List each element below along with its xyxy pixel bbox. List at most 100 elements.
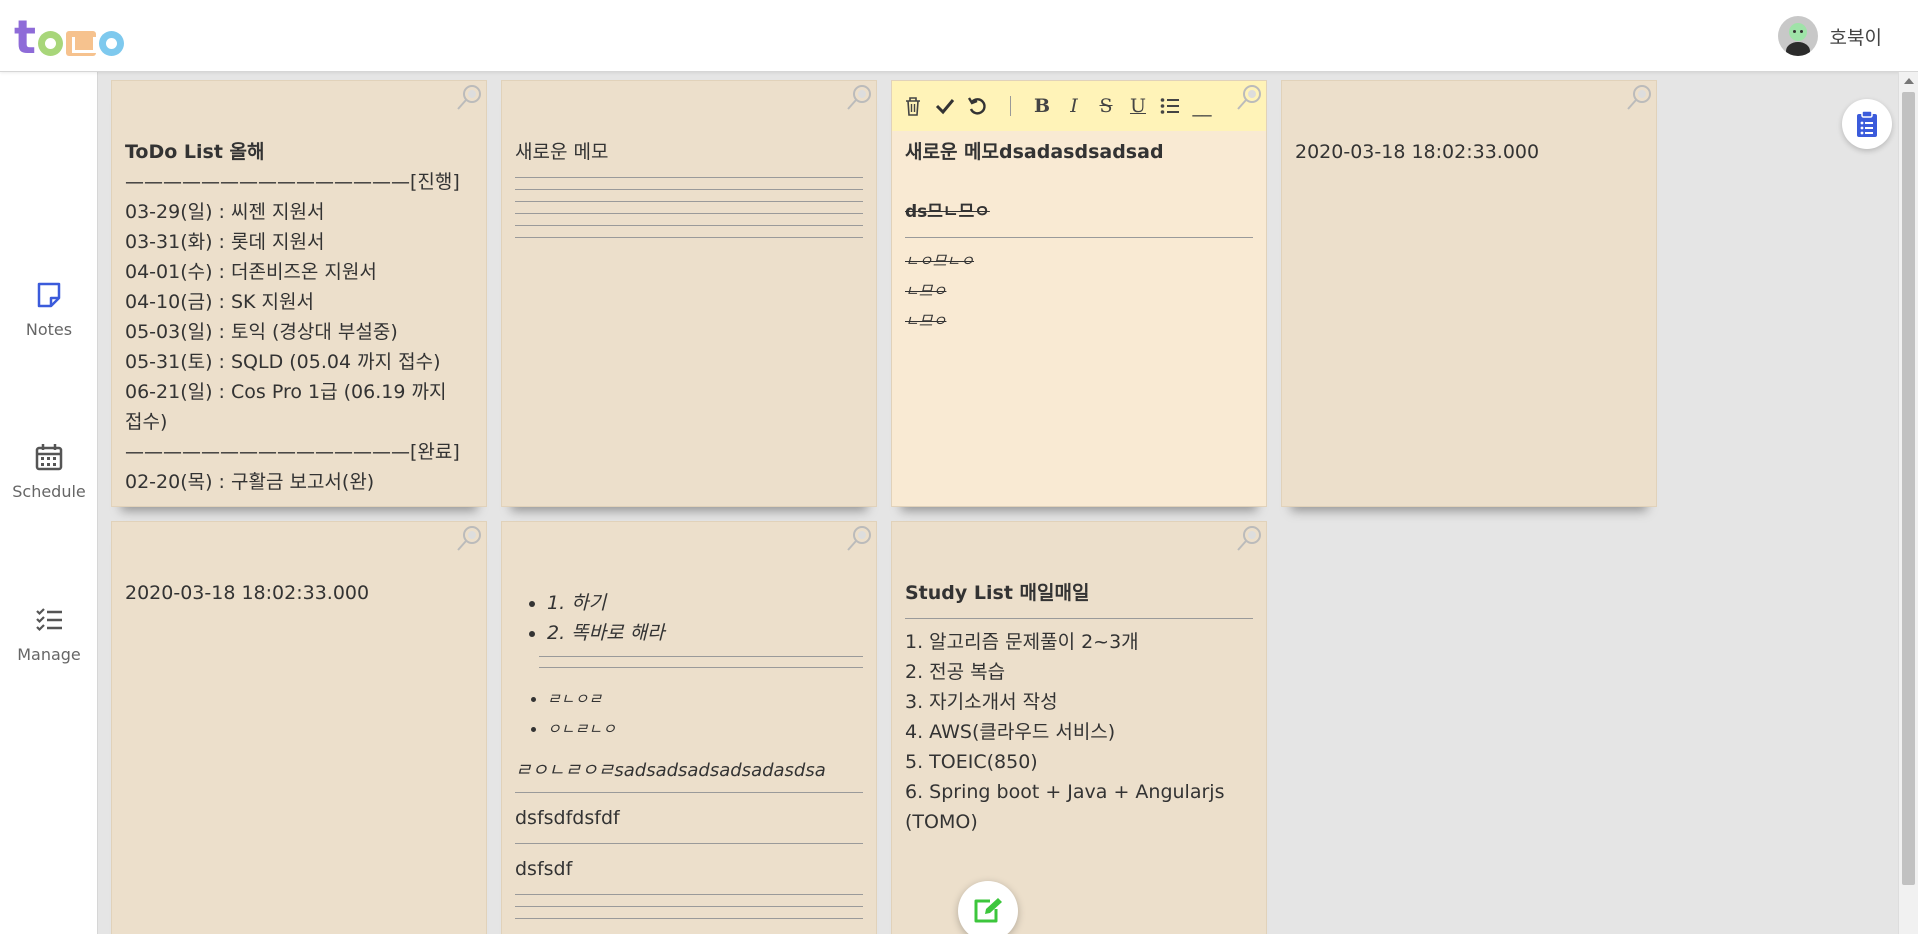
note-line: dsfsdfdsfdf bbox=[515, 807, 620, 829]
note-line[interactable]: ds므ㄴ므ㅇ bbox=[905, 197, 1253, 227]
list-icon bbox=[1160, 98, 1179, 114]
calendar-icon bbox=[35, 444, 63, 471]
sidebar-item-label: Manage bbox=[17, 645, 81, 664]
note-line: ———————————————[진행] bbox=[125, 171, 460, 193]
pin-icon[interactable] bbox=[1234, 524, 1264, 554]
note-line: 접수) bbox=[125, 411, 168, 433]
divider bbox=[515, 237, 863, 238]
app-logo[interactable]: t bbox=[14, 12, 124, 60]
divider bbox=[515, 918, 863, 919]
note-line: 1. 알고리즘 문제풀이 2~3개 bbox=[905, 631, 1139, 653]
note-line: 3. 자기소개서 작성 bbox=[905, 691, 1058, 713]
list-item: ㄹㄴㅇㄹ bbox=[547, 684, 863, 714]
save-button[interactable] bbox=[932, 93, 958, 119]
logo-letter-o bbox=[99, 31, 124, 56]
strikethrough-button[interactable]: S bbox=[1093, 93, 1119, 119]
note-card[interactable]: 1. 하기 2. 똑바로 해라 ㄹㄴㅇㄹ ㅇㄴㄹㄴㅇ ㄹㅇㄴㄹㅇㄹsadsads… bbox=[501, 521, 877, 934]
divider bbox=[515, 213, 863, 214]
bold-button[interactable]: B bbox=[1029, 93, 1055, 119]
note-line: 04-01(수) : 더존비즈온 지원서 bbox=[125, 261, 377, 283]
note-line[interactable]: ㄴ므ㅇ bbox=[905, 306, 1253, 336]
divider bbox=[515, 177, 863, 178]
sidebar-item-notes[interactable]: Notes bbox=[0, 280, 98, 339]
list-item: ㅇㄴㄹㄴㅇ bbox=[547, 714, 863, 744]
logo-letter-o bbox=[38, 31, 63, 56]
notes-board: ToDo List 올해 ———————————————[진행] 03-29(일… bbox=[98, 72, 1898, 934]
bullet-list-button[interactable] bbox=[1157, 93, 1183, 119]
logo-letter-t: t bbox=[14, 10, 36, 64]
logo-letter-m bbox=[66, 31, 96, 56]
note-line: 03-31(화) : 롯데 지원서 bbox=[125, 231, 325, 253]
clipboard-button[interactable] bbox=[1842, 99, 1892, 149]
rule-group bbox=[515, 177, 863, 238]
divider bbox=[539, 656, 863, 657]
clipboard-icon bbox=[1857, 110, 1877, 137]
note-line[interactable]: ㄴㅇ므ㄴㅇ bbox=[905, 246, 1253, 276]
edit-icon bbox=[974, 898, 1002, 923]
note-line: 2020-03-18 18:02:33.000 bbox=[1295, 141, 1540, 163]
note-line: 03-29(일) : 씨젠 지원서 bbox=[125, 201, 325, 223]
format-toolbar: B I S U __ bbox=[892, 81, 1266, 131]
divider bbox=[515, 225, 863, 226]
sticky-note-icon bbox=[37, 282, 61, 308]
underline-button[interactable]: U bbox=[1125, 93, 1151, 119]
toolbar-separator bbox=[1010, 96, 1011, 116]
note-line: 2020-03-18 18:02:33.000 bbox=[125, 582, 370, 604]
note-line: 04-10(금) : SK 지원서 bbox=[125, 291, 314, 313]
list-item: 1. 하기 bbox=[547, 588, 863, 618]
rule-group bbox=[515, 894, 863, 919]
note-line: 06-21(일) : Cos Pro 1급 (06.19 까지 bbox=[125, 381, 447, 403]
top-bar: t 호북이 bbox=[0, 0, 1918, 72]
user-menu[interactable]: 호북이 bbox=[1777, 16, 1882, 56]
rule-group bbox=[539, 656, 863, 668]
divider bbox=[905, 618, 1253, 619]
sidebar-item-schedule[interactable]: Schedule bbox=[0, 442, 98, 501]
new-note-button[interactable] bbox=[958, 881, 1018, 934]
sidebar-item-label: Schedule bbox=[12, 482, 86, 501]
horizontal-rule-button[interactable]: __ bbox=[1189, 93, 1215, 119]
sidebar-item-label: Notes bbox=[25, 320, 73, 339]
pin-icon[interactable] bbox=[454, 524, 484, 554]
note-card[interactable]: Study List 매일매일 1. 알고리즘 문제풀이 2~3개 2. 전공 … bbox=[891, 521, 1267, 934]
note-line: (TOMO) bbox=[905, 811, 978, 833]
pin-icon[interactable] bbox=[1624, 83, 1654, 113]
bullet-list: 1. 하기 2. 똑바로 해라 bbox=[515, 588, 863, 648]
divider bbox=[905, 237, 1253, 238]
trash-icon bbox=[906, 97, 920, 116]
avatar[interactable] bbox=[1777, 16, 1818, 56]
note-title[interactable]: 새로운 메모dsadasdsadsad bbox=[905, 137, 1253, 167]
scrollbar[interactable] bbox=[1898, 72, 1918, 934]
note-line[interactable]: ㄴ므ㅇ bbox=[905, 276, 1253, 306]
divider bbox=[515, 894, 863, 895]
note-line: 05-03(일) : 토익 (경상대 부설중) bbox=[125, 321, 398, 343]
note-line: 4. AWS(클라우드 서비스) bbox=[905, 721, 1116, 743]
scroll-up-arrow[interactable] bbox=[1904, 78, 1914, 84]
note-title: 새로운 메모 bbox=[515, 141, 609, 163]
note-card[interactable]: 2020-03-18 18:02:33.000 bbox=[1281, 80, 1657, 507]
note-line: ———————————————[완료] bbox=[125, 441, 460, 463]
divider bbox=[515, 906, 863, 907]
note-line: 05-31(토) : SQLD (05.04 까지 접수) bbox=[125, 351, 441, 373]
pin-icon[interactable] bbox=[454, 83, 484, 113]
note-line: 6. Spring boot + Java + Angularjs bbox=[905, 781, 1225, 803]
pin-icon[interactable] bbox=[844, 83, 874, 113]
italic-button[interactable]: I bbox=[1061, 93, 1087, 119]
note-line: ㄹㅇㄴㄹㅇㄹsadsadsadsadsadasdsa bbox=[515, 760, 826, 781]
note-title: Study List 매일매일 bbox=[905, 582, 1090, 604]
pin-icon[interactable] bbox=[844, 524, 874, 554]
undo-button[interactable] bbox=[964, 93, 990, 119]
note-line: 02-20(목) : 구활금 보고서(완) bbox=[125, 471, 375, 493]
delete-button[interactable] bbox=[900, 93, 926, 119]
note-card-active[interactable]: B I S U __ 새로운 메모dsadasdsadsad ds므ㄴ므ㅇ ㄴㅇ… bbox=[891, 80, 1267, 507]
scroll-thumb[interactable] bbox=[1902, 92, 1915, 885]
pin-icon[interactable] bbox=[1234, 83, 1264, 113]
checklist-icon bbox=[36, 608, 62, 632]
note-card[interactable]: 새로운 메모 bbox=[501, 80, 877, 507]
note-card[interactable]: 2020-03-18 18:02:33.000 bbox=[111, 521, 487, 934]
sidebar-item-manage[interactable]: Manage bbox=[0, 605, 98, 664]
bullet-list: ㄹㄴㅇㄹ ㅇㄴㄹㄴㅇ bbox=[515, 684, 863, 744]
note-card[interactable]: ToDo List 올해 ———————————————[진행] 03-29(일… bbox=[111, 80, 487, 507]
user-name[interactable]: 호북이 bbox=[1830, 23, 1882, 50]
undo-icon bbox=[967, 97, 986, 115]
divider bbox=[515, 843, 863, 844]
